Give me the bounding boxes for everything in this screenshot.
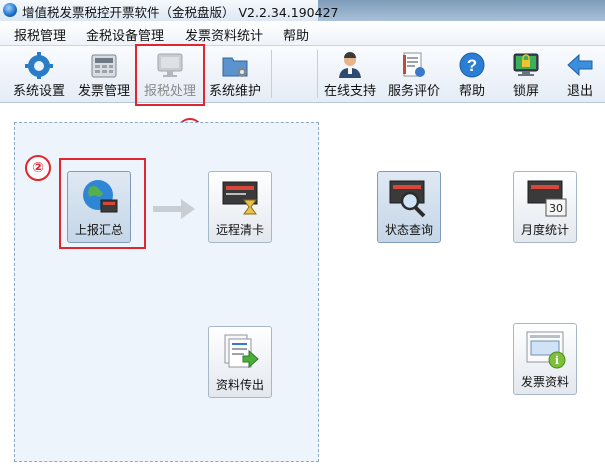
menu-invoice-statistics[interactable]: 发票资料统计	[185, 25, 263, 44]
help-icon: ?	[459, 52, 485, 78]
toolbar-help-button[interactable]: ? 帮助	[452, 46, 492, 102]
toolbar-separator	[317, 50, 318, 98]
tile-label: 资料传出	[215, 378, 264, 392]
toolbar-label: 系统维护	[208, 84, 261, 99]
calendar-day-text: 30	[549, 202, 563, 215]
invoice-register-icon	[91, 54, 117, 78]
menu-bar: 报税管理 金税设备管理 发票资料统计 帮助	[0, 21, 605, 46]
title-bar: 增值税发票税控开票软件（金税盘版） V2.2.34.190427	[0, 0, 605, 21]
svg-text:?: ?	[467, 56, 477, 75]
tile-label: 状态查询	[384, 223, 433, 237]
folder-gear-icon	[222, 57, 248, 77]
invoice-data-tile[interactable]: i 发票资料	[513, 323, 577, 395]
toolbar-exit-button[interactable]: 退出	[560, 46, 600, 102]
toolbar-label: 发票管理	[77, 84, 130, 99]
window-title: 增值税发票税控开票软件（金税盘版） V2.2.34.190427	[22, 5, 339, 20]
tile-label: 月度统计	[520, 223, 569, 237]
exit-arrow-icon	[567, 53, 593, 77]
toolbar-label: 系统设置	[12, 84, 65, 99]
globe-report-icon	[83, 180, 118, 213]
toolbar-label: 帮助	[458, 84, 485, 99]
toolbar-lock-screen-button[interactable]: 锁屏	[506, 46, 546, 102]
card-calendar-icon: 30	[527, 180, 567, 217]
support-agent-icon	[339, 52, 361, 78]
remote-clear-card-tile[interactable]: 远程清卡	[208, 171, 272, 243]
toolbar-label: 在线支持	[323, 84, 376, 99]
toolbar-separator	[271, 50, 272, 98]
invoice-document-icon: i	[526, 331, 566, 369]
svg-text:i: i	[555, 354, 559, 367]
title-bar-right	[318, 0, 605, 21]
menu-device-management[interactable]: 金税设备管理	[86, 25, 164, 44]
toolbar-label: 锁屏	[512, 84, 539, 99]
tile-label: 上报汇总	[74, 223, 123, 237]
gear-icon	[25, 52, 53, 79]
flow-arrow-icon	[153, 199, 195, 219]
toolbar-online-support-button[interactable]: 在线支持	[320, 46, 380, 102]
tile-label: 远程清卡	[215, 223, 264, 237]
toolbar-label: 服务评价	[387, 84, 440, 99]
menu-tax-management[interactable]: 报税管理	[14, 25, 66, 44]
tile-label: 发票资料	[520, 375, 569, 389]
menu-help[interactable]: 帮助	[283, 25, 309, 44]
toolbar: 系统设置 发票管理 报税处理 系统维护 在线支持 服务评价 ? 帮助 锁屏 退出	[0, 46, 605, 103]
toolbar-service-evaluation-button[interactable]: 服务评价	[384, 46, 444, 102]
data-export-tile[interactable]: 资料传出	[208, 326, 272, 398]
toolbar-label: 退出	[566, 84, 593, 99]
lock-screen-icon	[513, 53, 539, 76]
report-summary-tile[interactable]: 上报汇总	[67, 171, 131, 243]
toolbar-system-maintenance-button[interactable]: 系统维护	[205, 46, 265, 102]
app-logo-icon	[3, 3, 17, 17]
card-hourglass-icon	[222, 181, 258, 215]
monthly-statistics-tile[interactable]: 30 月度统计	[513, 171, 577, 243]
document-export-icon	[224, 334, 259, 369]
toolbar-invoice-management-button[interactable]: 发票管理	[74, 46, 134, 102]
step-marker-2: ②	[25, 155, 51, 181]
toolbar-system-settings-button[interactable]: 系统设置	[9, 46, 69, 102]
status-query-tile[interactable]: 状态查询	[377, 171, 441, 243]
card-magnifier-icon	[389, 180, 426, 218]
evaluation-icon	[403, 52, 425, 77]
highlight-box-tax-processing	[135, 44, 205, 106]
